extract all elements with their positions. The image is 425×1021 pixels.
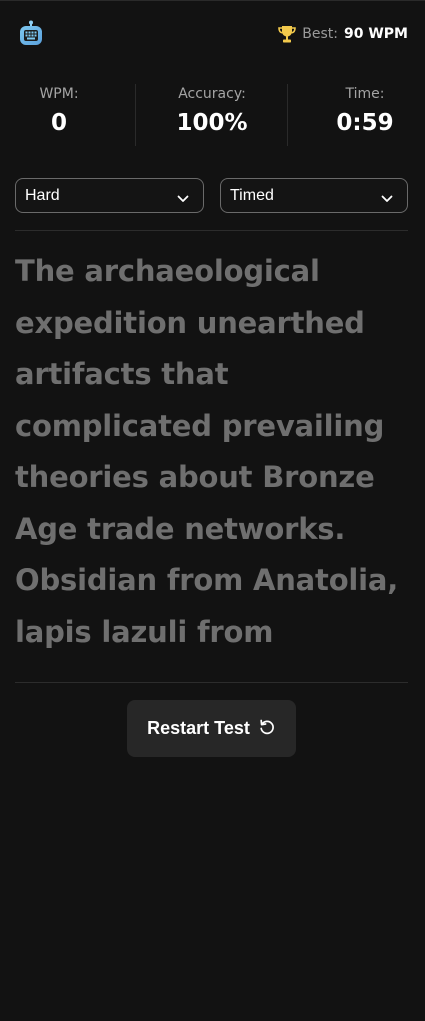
section-divider [15,682,408,683]
difficulty-select[interactable]: Hard [15,178,204,213]
passage-line: complicated prevailing [15,408,385,443]
wpm-label: WPM: [39,86,79,102]
top-border [0,0,425,1]
mode-select[interactable]: Timed [220,178,408,213]
passage-line: theories about Bronze [15,460,375,494]
stats-bar: WPM: 0 Accuracy: 100% Time: 0:59 [0,82,425,148]
restart-label: Restart Test [147,718,250,738]
keyboard-robot-icon[interactable] [17,20,45,48]
stat-wpm: WPM: 0 [0,82,118,148]
passage-line: lapis lazuli from [15,614,274,649]
time-label: Time: [345,86,385,102]
passage-line: artifacts that [15,357,229,391]
time-value: 0:59 [336,110,394,136]
stat-time: Time: 0:59 [300,82,425,148]
passage-line: The archaeological [15,254,320,288]
wpm-value: 0 [50,110,67,136]
restart-test-button[interactable]: Restart Test [127,700,296,757]
passage-line: Obsidian from Anatolia, [15,563,399,597]
best-value: 90 WPM [344,26,408,42]
rotate-ccw-icon [258,718,276,736]
passage-line: Age trade networks. [15,511,346,546]
mode-selected: Timed [230,187,274,204]
stats-divider [287,84,288,146]
section-divider [15,230,408,231]
best-label: Best: [302,26,338,42]
chevron-down-icon [381,191,393,202]
accuracy-label: Accuracy: [178,86,246,102]
chevron-down-icon [177,191,189,202]
stat-accuracy: Accuracy: 100% [136,82,288,148]
typing-passage[interactable]: The archaeological expedition unearthed … [15,246,415,658]
difficulty-selected: Hard [25,187,60,204]
header: Best: 90 WPM [15,18,408,50]
trophy-icon [276,23,298,45]
accuracy-value: 100% [176,110,248,136]
passage-line: expedition unearthed [15,305,365,340]
best-score: Best: 90 WPM [276,22,408,46]
